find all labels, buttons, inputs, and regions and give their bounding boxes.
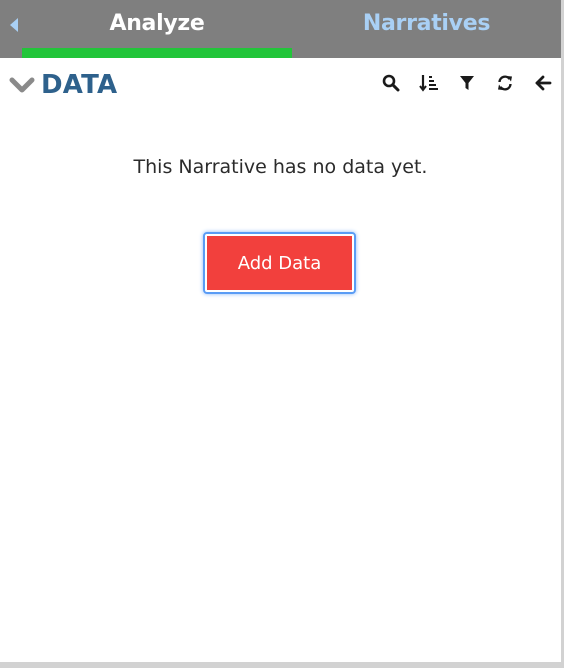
filter-button[interactable] — [457, 72, 477, 94]
refresh-button[interactable] — [495, 72, 515, 94]
active-tab-indicator — [22, 48, 292, 58]
sort-icon — [419, 73, 439, 93]
refresh-icon — [496, 74, 514, 92]
data-section-title: DATA — [41, 70, 118, 100]
data-toolbar — [363, 72, 553, 94]
collapse-panel-button[interactable] — [6, 14, 22, 36]
data-section-toggle[interactable]: DATA — [9, 70, 117, 100]
sort-button[interactable] — [419, 72, 439, 94]
tab-narratives-label: Narratives — [362, 11, 491, 36]
chevron-down-icon — [9, 76, 35, 94]
side-panel: Analyze Narratives DATA This Narrative h… — [0, 0, 564, 668]
tab-analyze[interactable]: Analyze — [22, 0, 292, 58]
data-section-header: DATA — [0, 58, 561, 110]
tab-narratives[interactable]: Narratives — [292, 0, 561, 58]
tab-analyze-label: Analyze — [109, 11, 205, 36]
back-button[interactable] — [533, 72, 553, 94]
add-data-button-focus-ring: Add Data — [203, 232, 356, 294]
tab-bar: Analyze Narratives — [0, 0, 561, 58]
search-icon — [382, 74, 400, 92]
search-button[interactable] — [381, 72, 401, 94]
filter-icon — [459, 74, 475, 92]
arrow-left-icon — [534, 74, 552, 92]
caret-left-icon — [6, 14, 22, 36]
add-data-button[interactable]: Add Data — [207, 236, 352, 290]
empty-data-message: This Narrative has no data yet. — [133, 156, 428, 178]
